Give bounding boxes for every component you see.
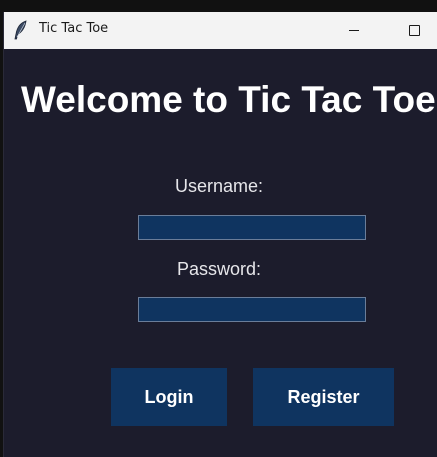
register-button[interactable]: Register	[253, 368, 394, 426]
login-panel: Welcome to Tic Tac Toe Username: Passwor…	[4, 49, 437, 457]
password-label: Password:	[176, 259, 262, 279]
maximize-button[interactable]	[391, 12, 437, 49]
title-bar[interactable]: Tic Tac Toe	[4, 12, 437, 49]
minimize-button[interactable]	[331, 12, 377, 49]
username-label: Username:	[174, 176, 264, 196]
password-input[interactable]	[138, 297, 366, 322]
maximize-icon	[408, 25, 420, 36]
minimize-icon	[349, 30, 359, 31]
login-button[interactable]: Login	[111, 368, 227, 426]
window-title: Tic Tac Toe	[39, 21, 109, 36]
app-window: Tic Tac Toe Welcome to Tic Tac Toe Usern…	[3, 12, 437, 457]
feather-icon	[13, 20, 29, 40]
welcome-heading: Welcome to Tic Tac Toe	[21, 79, 436, 120]
username-input[interactable]	[138, 215, 366, 240]
